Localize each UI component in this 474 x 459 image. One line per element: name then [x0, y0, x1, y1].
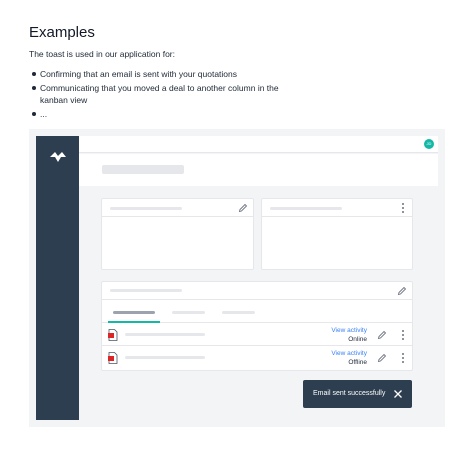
more-icon[interactable] [400, 329, 406, 341]
view-activity-link[interactable]: View activity [331, 327, 367, 334]
list-item: Communicating that you moved a deal to a… [29, 82, 299, 106]
card-right [261, 198, 413, 270]
more-icon[interactable] [400, 352, 406, 364]
card-header [102, 199, 253, 217]
card-title-placeholder [110, 207, 182, 210]
edit-icon[interactable] [238, 203, 248, 213]
view-activity-link[interactable]: View activity [331, 350, 367, 357]
list-item: Confirming that an email is sent with yo… [29, 68, 299, 80]
table-row: View activity Offline [102, 347, 412, 369]
row-text-placeholder [125, 333, 205, 336]
more-icon[interactable] [400, 202, 406, 214]
tab-bar [102, 301, 412, 323]
intro-text: The toast is used in our application for… [29, 49, 175, 59]
logo-icon [50, 152, 66, 162]
edit-icon[interactable] [377, 330, 387, 340]
list-item: ... [29, 108, 299, 120]
tab-1[interactable] [113, 311, 155, 314]
toast: Email sent successfully [303, 380, 412, 408]
tab-3[interactable] [222, 311, 255, 314]
page-header [79, 154, 438, 186]
card-title-placeholder [270, 207, 342, 210]
edit-icon[interactable] [377, 353, 387, 363]
card-left [101, 198, 254, 270]
title-placeholder [102, 165, 184, 174]
pdf-file-icon [108, 352, 118, 364]
tab-2[interactable] [172, 311, 205, 314]
edit-icon[interactable] [397, 286, 407, 296]
status-text: Offline [348, 359, 367, 366]
top-bar: JD [79, 136, 438, 153]
close-icon[interactable] [393, 389, 403, 399]
pdf-file-icon [108, 329, 118, 341]
active-tab-indicator [108, 321, 160, 323]
page-title: Examples [29, 24, 95, 41]
card-header [102, 282, 412, 300]
row-text-placeholder [125, 356, 205, 359]
usage-list: Confirming that an email is sent with yo… [29, 68, 299, 122]
sidebar [36, 136, 79, 420]
card-title-placeholder [110, 289, 182, 292]
card-header [262, 199, 412, 217]
avatar[interactable]: JD [424, 139, 434, 149]
table-row: View activity Online [102, 324, 412, 346]
status-text: Online [348, 336, 367, 343]
card-activity: View activity Online View activity Offli… [101, 281, 413, 371]
toast-message: Email sent successfully [313, 390, 386, 397]
